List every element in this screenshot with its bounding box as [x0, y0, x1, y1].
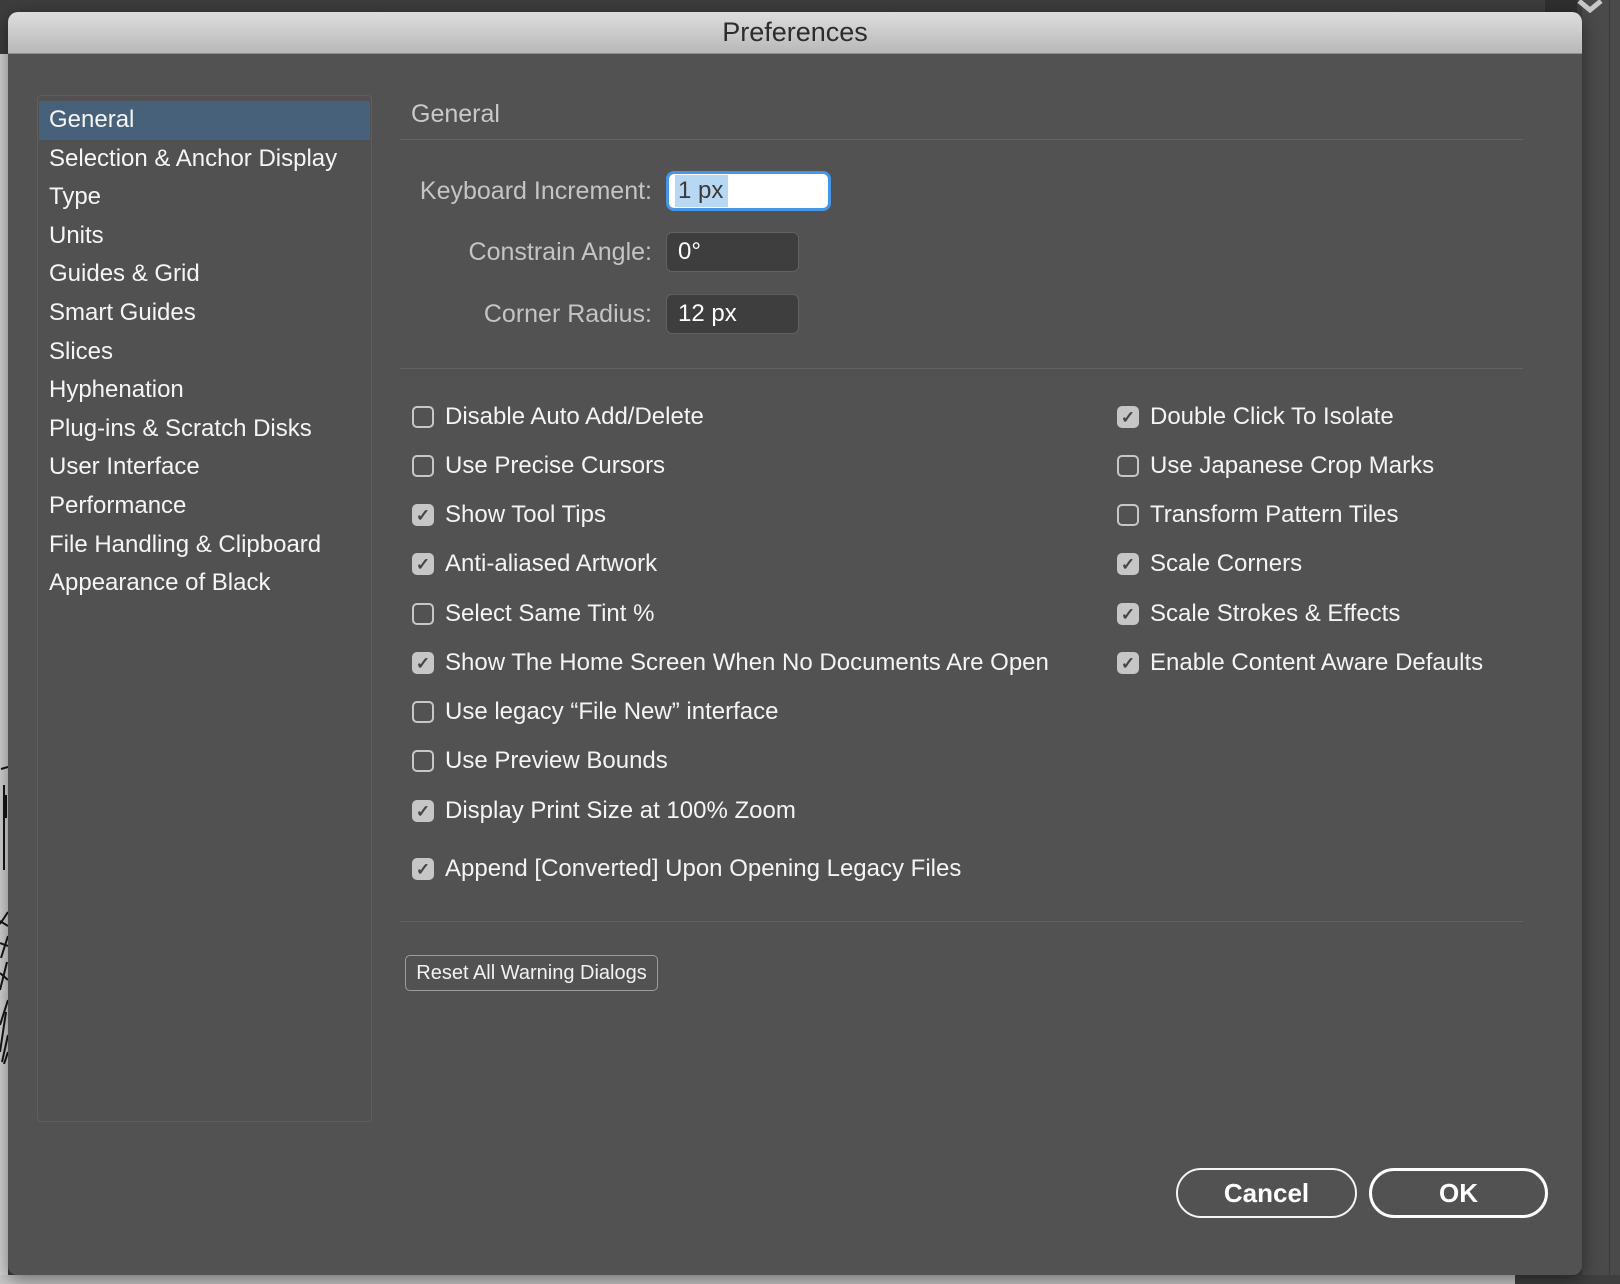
checkbox-label: Use Japanese Crop Marks	[1150, 452, 1434, 480]
checkbox-row[interactable]: Show Tool Tips	[412, 503, 606, 527]
panel-strip	[1582, 0, 1620, 1284]
checkbox-row[interactable]: Select Same Tint %	[412, 602, 654, 626]
divider	[400, 921, 1523, 922]
corner-radius-input[interactable]: 12 px	[666, 294, 799, 334]
chevron-down-icon[interactable]	[1575, 0, 1605, 13]
constrain-angle-row: Constrain Angle: 0°	[68, 231, 1268, 273]
top-right-block	[1545, 0, 1577, 12]
checkbox-unchecked-icon[interactable]	[1117, 504, 1139, 526]
checkbox-row[interactable]: Use Preview Bounds	[412, 749, 668, 773]
checkbox-row[interactable]: Use Japanese Crop Marks	[1117, 454, 1434, 478]
bottom-right-block	[1515, 1275, 1620, 1284]
checkbox-unchecked-icon[interactable]	[412, 701, 434, 723]
checkbox-row[interactable]: Append [Converted] Upon Opening Legacy F…	[412, 857, 961, 881]
checkbox-checked-icon[interactable]	[412, 652, 434, 674]
sidebar-item-slices[interactable]: Slices	[38, 333, 371, 372]
bottom-strip	[0, 1275, 1515, 1284]
background-artwork	[0, 700, 8, 1064]
keyboard-increment-label: Keyboard Increment:	[68, 177, 666, 206]
checkbox-label: Append [Converted] Upon Opening Legacy F…	[445, 855, 961, 883]
preferences-dialog: Preferences GeneralSelection & Anchor Di…	[8, 12, 1582, 1275]
checkbox-label: Select Same Tint %	[445, 600, 654, 628]
checkbox-row[interactable]: Use legacy “File New” interface	[412, 700, 778, 724]
cancel-button[interactable]: Cancel	[1176, 1168, 1357, 1218]
checkbox-row[interactable]: Disable Auto Add/Delete	[412, 405, 704, 429]
checkbox-row[interactable]: Enable Content Aware Defaults	[1117, 651, 1483, 675]
sidebar-item-general[interactable]: General	[39, 101, 370, 140]
checkbox-label: Transform Pattern Tiles	[1150, 501, 1399, 529]
checkbox-label: Anti-aliased Artwork	[445, 550, 657, 578]
reset-warning-dialogs-button[interactable]: Reset All Warning Dialogs	[405, 955, 658, 991]
divider	[400, 139, 1523, 140]
constrain-angle-label: Constrain Angle:	[68, 238, 666, 267]
checkbox-checked-icon[interactable]	[1117, 553, 1139, 575]
checkbox-unchecked-icon[interactable]	[412, 603, 434, 625]
checkbox-label: Use Preview Bounds	[445, 747, 668, 775]
checkbox-checked-icon[interactable]	[1117, 652, 1139, 674]
divider	[400, 368, 1523, 369]
corner-radius-row: Corner Radius: 12 px	[68, 293, 1268, 335]
checkbox-label: Enable Content Aware Defaults	[1150, 649, 1483, 677]
checkbox-checked-icon[interactable]	[1117, 603, 1139, 625]
checkbox-unchecked-icon[interactable]	[412, 406, 434, 428]
app-screen: Preferences GeneralSelection & Anchor Di…	[0, 0, 1620, 1284]
sidebar-item-user-interface[interactable]: User Interface	[38, 448, 371, 487]
checkbox-unchecked-icon[interactable]	[412, 455, 434, 477]
keyboard-increment-row: Keyboard Increment: 1 px	[68, 170, 1268, 212]
checkbox-label: Display Print Size at 100% Zoom	[445, 797, 796, 825]
checkbox-row[interactable]: Scale Corners	[1117, 552, 1302, 576]
checkbox-label: Scale Corners	[1150, 550, 1302, 578]
sidebar-item-file-handling-clipboard[interactable]: File Handling & Clipboard	[38, 526, 371, 565]
checkbox-label: Use Precise Cursors	[445, 452, 665, 480]
dialog-titlebar[interactable]: Preferences	[8, 12, 1582, 54]
sidebar-item-performance[interactable]: Performance	[38, 487, 371, 526]
checkbox-checked-icon[interactable]	[412, 800, 434, 822]
checkbox-label: Show Tool Tips	[445, 501, 606, 529]
checkbox-checked-icon[interactable]	[1117, 406, 1139, 428]
checkbox-row[interactable]: Transform Pattern Tiles	[1117, 503, 1399, 527]
checkbox-row[interactable]: Use Precise Cursors	[412, 454, 665, 478]
ok-button[interactable]: OK	[1369, 1168, 1548, 1218]
checkbox-row[interactable]: Show The Home Screen When No Documents A…	[412, 651, 1049, 675]
checkbox-label: Show The Home Screen When No Documents A…	[445, 649, 1049, 677]
dialog-title: Preferences	[722, 17, 868, 48]
checkbox-unchecked-icon[interactable]	[412, 750, 434, 772]
sidebar-item-appearance-of-black[interactable]: Appearance of Black	[38, 564, 371, 603]
checkbox-checked-icon[interactable]	[412, 858, 434, 880]
checkbox-row[interactable]: Double Click To Isolate	[1117, 405, 1394, 429]
constrain-angle-input[interactable]: 0°	[666, 232, 799, 272]
checkbox-label: Scale Strokes & Effects	[1150, 600, 1400, 628]
checkbox-checked-icon[interactable]	[412, 553, 434, 575]
checkbox-row[interactable]: Scale Strokes & Effects	[1117, 602, 1400, 626]
corner-radius-label: Corner Radius:	[68, 300, 666, 329]
checkbox-label: Use legacy “File New” interface	[445, 698, 778, 726]
checkbox-unchecked-icon[interactable]	[1117, 455, 1139, 477]
checkbox-row[interactable]: Anti-aliased Artwork	[412, 552, 657, 576]
checkbox-label: Double Click To Isolate	[1150, 403, 1394, 431]
panel-seam	[1609, 0, 1610, 1284]
keyboard-increment-input[interactable]: 1 px	[666, 171, 831, 211]
sidebar-item-hyphenation[interactable]: Hyphenation	[38, 371, 371, 410]
selected-text: 1 px	[675, 175, 728, 207]
checkbox-label: Disable Auto Add/Delete	[445, 403, 704, 431]
checkbox-row[interactable]: Display Print Size at 100% Zoom	[412, 799, 796, 823]
sidebar-item-plug-ins-scratch-disks[interactable]: Plug-ins & Scratch Disks	[38, 410, 371, 449]
canvas-strip	[0, 54, 8, 1275]
checkbox-checked-icon[interactable]	[412, 504, 434, 526]
section-heading: General	[411, 100, 500, 129]
